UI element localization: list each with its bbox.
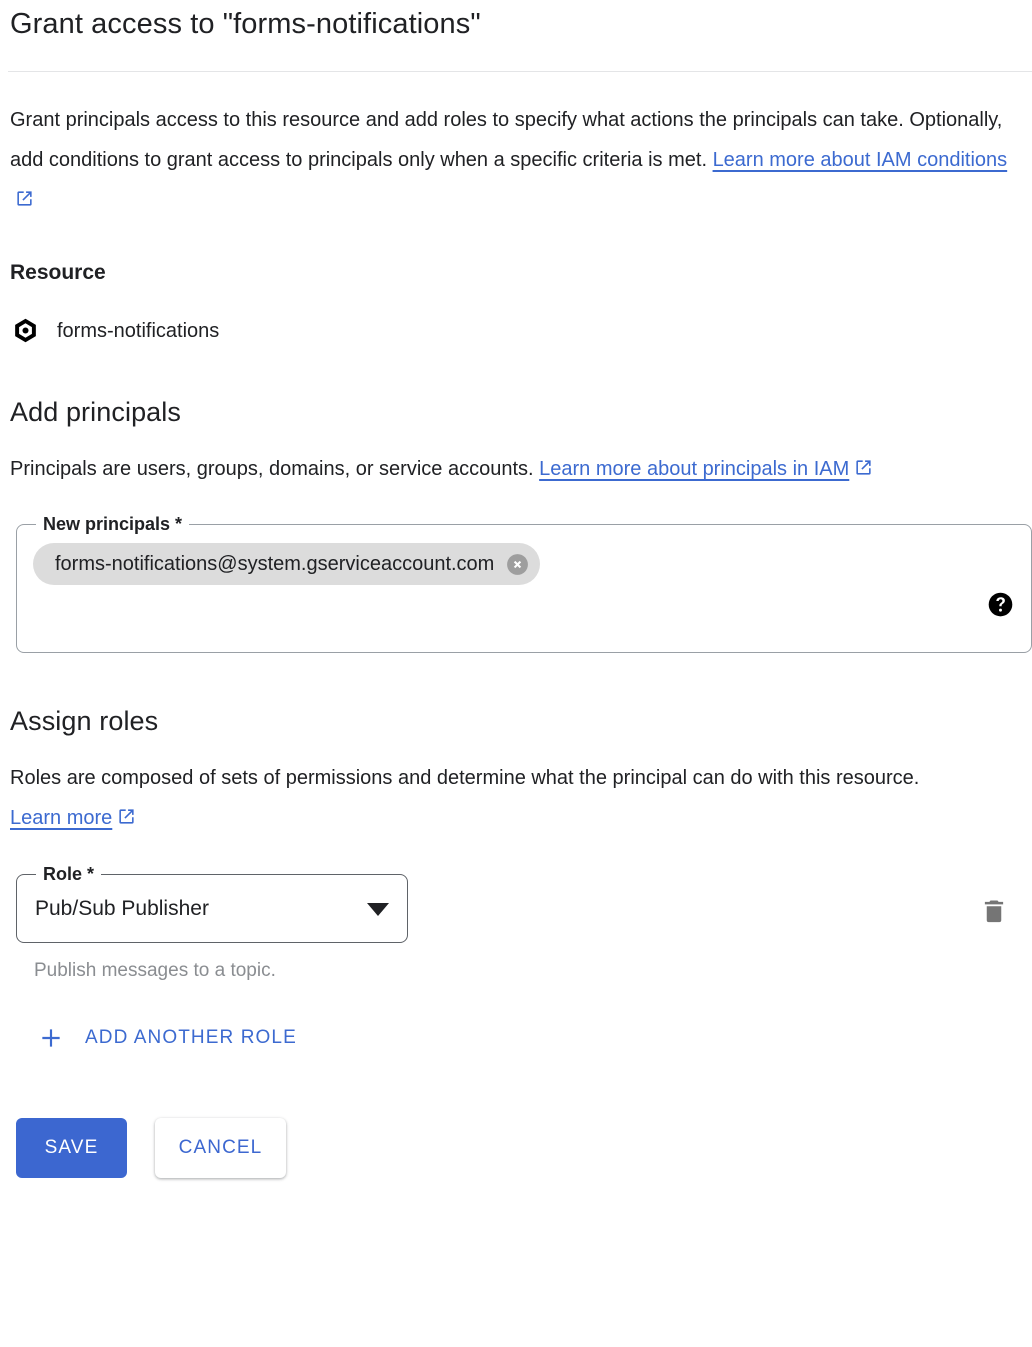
add-another-role-label: ADD ANOTHER ROLE bbox=[85, 1027, 297, 1048]
add-principals-description: Principals are users, groups, domains, o… bbox=[8, 449, 1020, 489]
add-another-role-button[interactable]: ADD ANOTHER ROLE bbox=[38, 1025, 297, 1051]
intro-paragraph: Grant principals access to this resource… bbox=[8, 100, 1020, 220]
principal-chip[interactable]: forms-notifications@system.gserviceaccou… bbox=[33, 543, 541, 585]
new-principals-label: New principals * bbox=[36, 512, 190, 536]
principal-chip-label: forms-notifications@system.gserviceaccou… bbox=[55, 553, 495, 575]
add-principals-heading: Add principals bbox=[10, 397, 181, 427]
role-select[interactable]: Role * Pub/Sub Publisher bbox=[16, 862, 408, 943]
help-icon[interactable] bbox=[987, 591, 1014, 618]
learn-more-principals-link[interactable]: Learn more about principals in IAM bbox=[539, 458, 849, 480]
role-select-value: Pub/Sub Publisher bbox=[35, 897, 209, 920]
resource-heading: Resource bbox=[10, 261, 106, 284]
cancel-icon[interactable] bbox=[505, 552, 530, 577]
delete-role-button[interactable] bbox=[979, 896, 1009, 926]
chevron-down-icon[interactable] bbox=[367, 903, 389, 916]
grant-access-dialog: Grant access to "forms-notifications" Gr… bbox=[0, 0, 1032, 1347]
assign-roles-heading: Assign roles bbox=[10, 706, 159, 736]
pubsub-topic-icon bbox=[12, 317, 39, 344]
resource-row: forms-notifications bbox=[8, 317, 1024, 344]
learn-more-roles-link[interactable]: Learn more bbox=[10, 807, 112, 829]
assign-roles-description-text: Roles are composed of sets of permission… bbox=[10, 767, 920, 789]
dialog-footer: SAVE CANCEL bbox=[16, 1118, 1024, 1178]
plus-icon bbox=[38, 1025, 64, 1051]
save-button[interactable]: SAVE bbox=[16, 1118, 127, 1178]
external-link-icon bbox=[117, 807, 136, 826]
title-divider bbox=[8, 71, 1032, 72]
add-principals-description-text: Principals are users, groups, domains, o… bbox=[10, 458, 540, 480]
external-link-icon bbox=[15, 189, 34, 208]
learn-more-iam-conditions-link[interactable]: Learn more about IAM conditions bbox=[713, 149, 1008, 171]
role-select-label: Role * bbox=[36, 862, 102, 886]
role-row: Role * Pub/Sub Publisher Publish message… bbox=[16, 862, 1032, 983]
cancel-button[interactable]: CANCEL bbox=[155, 1118, 286, 1178]
new-principals-field[interactable]: New principals * forms-notifications@sys… bbox=[16, 512, 1032, 653]
assign-roles-description: Roles are composed of sets of permission… bbox=[8, 758, 998, 838]
external-link-icon bbox=[854, 458, 873, 477]
page-title: Grant access to "forms-notifications" bbox=[10, 8, 481, 40]
role-helper-text: Publish messages to a topic. bbox=[34, 960, 276, 981]
resource-name: forms-notifications bbox=[57, 319, 220, 342]
